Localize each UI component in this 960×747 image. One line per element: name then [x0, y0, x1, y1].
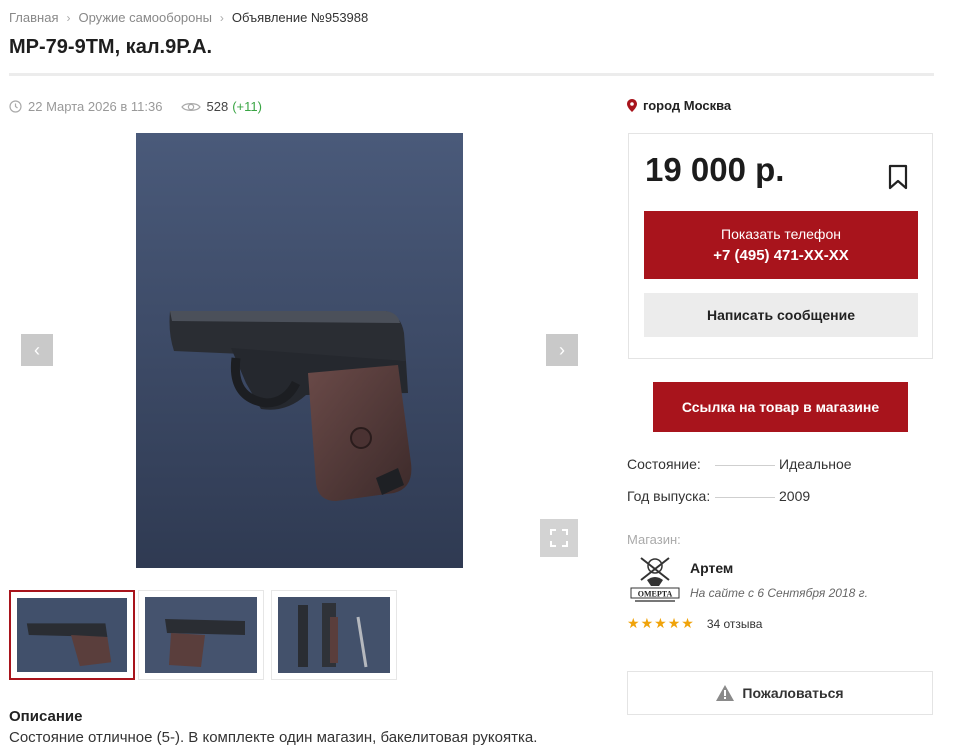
star-icon: ★: [640, 615, 654, 631]
eye-icon: [180, 102, 201, 111]
spec-label: Год выпуска:: [627, 488, 711, 504]
spec-label: Состояние:: [627, 456, 701, 472]
views-counter: 528 (+11): [180, 99, 262, 114]
spec-condition: Состояние: Идеальное: [627, 456, 852, 472]
breadcrumb-current: Объявление №953988: [231, 10, 369, 25]
gallery-thumbnail[interactable]: [138, 590, 264, 680]
description-text: Состояние отличное (5-). В комплекте оди…: [9, 729, 538, 746]
star-icon: ★: [627, 615, 640, 631]
chevron-right-icon: ›: [219, 10, 224, 25]
fullscreen-icon: [550, 529, 568, 547]
shop-logo[interactable]: OMEPTA: [627, 554, 683, 606]
spec-value: Идеальное: [779, 456, 852, 472]
divider: [9, 73, 934, 76]
show-phone-label: Показать телефон: [721, 226, 841, 242]
seller-since: На сайте с 6 Сентября 2018 г.: [690, 586, 868, 600]
map-pin-icon: [627, 99, 637, 112]
phone-number: +7 (495) 471-XX-XX: [713, 247, 849, 264]
location-text: город Москва: [643, 98, 732, 113]
views-delta: (+11): [232, 99, 262, 114]
breadcrumb-category[interactable]: Оружие самообороны: [78, 10, 211, 25]
show-phone-button[interactable]: Показать телефон +7 (495) 471-XX-XX: [644, 211, 918, 279]
listing-meta: 22 Марта 2026 в 11:36 528 (+11): [9, 99, 262, 114]
bookmark-button[interactable]: [888, 164, 908, 195]
page-title: МР-79-9ТМ, кал.9Р.А.: [9, 36, 213, 58]
main-photo[interactable]: [136, 133, 463, 568]
price-card: 19 000 р. Показать телефон +7 (495) 471-…: [628, 133, 933, 359]
write-message-button[interactable]: Написать сообщение: [644, 293, 918, 337]
star-icon: ★: [667, 615, 681, 631]
breadcrumb: Главная › Оружие самообороны › Объявлени…: [9, 10, 368, 25]
seller-name[interactable]: Артем: [690, 560, 733, 576]
gallery-prev-button[interactable]: ‹: [21, 334, 53, 366]
warning-icon: [716, 685, 735, 701]
pistol-photo: [136, 133, 463, 568]
shop-logo-text: OMEPTA: [638, 590, 673, 599]
seller-rating: ★ ★ ★ ★ ★ 34 отзыва: [627, 615, 762, 632]
reviews-link[interactable]: 34 отзыва: [707, 617, 763, 631]
spec-value: 2009: [779, 488, 811, 504]
shop-label: Магазин:: [627, 532, 681, 547]
chevron-left-icon: ‹: [34, 339, 40, 360]
gallery-next-button[interactable]: ›: [546, 334, 578, 366]
description-heading: Описание: [9, 708, 83, 725]
star-icon: ★: [654, 615, 667, 631]
fullscreen-button[interactable]: [540, 519, 578, 557]
report-button[interactable]: Пожаловаться: [627, 671, 933, 715]
clock-icon: [9, 100, 22, 113]
views-count: 528: [206, 99, 229, 114]
star-icon: ★: [681, 615, 694, 631]
breadcrumb-home[interactable]: Главная: [9, 10, 58, 25]
location: город Москва: [627, 98, 731, 113]
shop-link-button[interactable]: Ссылка на товар в магазине: [653, 382, 908, 432]
chevron-right-icon: ›: [66, 10, 71, 25]
chevron-right-icon: ›: [559, 339, 565, 360]
price: 19 000 р.: [645, 151, 785, 188]
bookmark-icon: [888, 164, 908, 190]
gallery-thumbnail[interactable]: [271, 590, 397, 680]
report-label: Пожаловаться: [742, 685, 844, 701]
listing-date: 22 Марта 2026 в 11:36: [28, 99, 163, 114]
spec-year: Год выпуска: 2009: [627, 488, 810, 504]
gallery-thumbnail[interactable]: [9, 590, 135, 680]
